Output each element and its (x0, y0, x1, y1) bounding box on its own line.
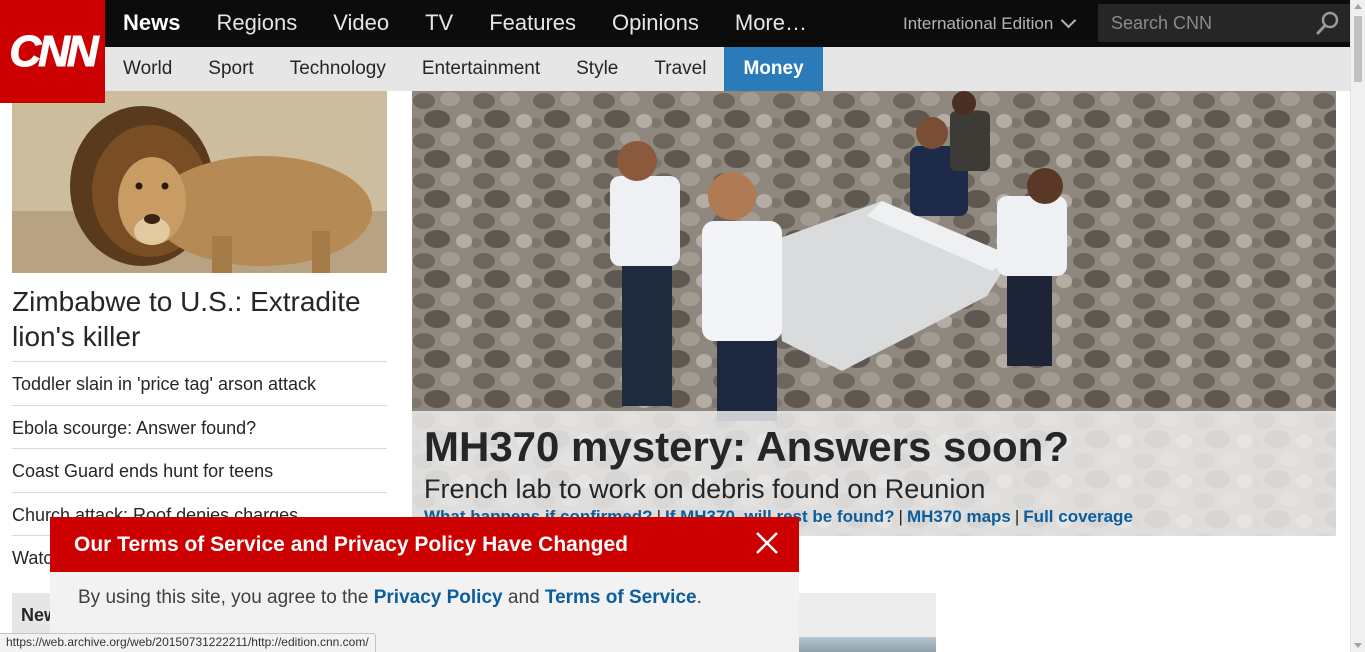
subnav-style[interactable]: Style (558, 47, 636, 91)
secondary-story-thumbnail[interactable] (798, 593, 936, 652)
close-icon[interactable] (755, 531, 779, 555)
search-box (1098, 4, 1350, 42)
sea-image (798, 637, 936, 652)
hero-story[interactable]: MH370 mystery: Answers soon? French lab … (412, 91, 1336, 536)
subnav-travel[interactable]: Travel (636, 47, 724, 91)
nav-more[interactable]: More… (717, 0, 825, 47)
lead-story-image[interactable] (12, 91, 387, 273)
subnav-world[interactable]: World (105, 47, 190, 91)
terms-of-service-link[interactable]: Terms of Service (545, 587, 697, 608)
scroll-down-icon[interactable] (1354, 643, 1362, 648)
subnav-entertainment[interactable]: Entertainment (404, 47, 558, 91)
related-link[interactable]: MH370 maps (907, 507, 1011, 526)
terms-text: By using this site, you agree to the (78, 587, 374, 608)
cnn-homepage: CNN News Regions Video TV Features Opini… (0, 0, 1365, 652)
search-input[interactable] (1098, 12, 1308, 34)
terms-banner-header: Our Terms of Service and Privacy Policy … (50, 517, 799, 572)
terms-text: and (502, 587, 545, 608)
top-navigation: News Regions Video TV Features Opinions … (105, 0, 1350, 47)
headline-item[interactable]: Ebola scourge: Answer found? (12, 404, 387, 449)
cnn-logo[interactable]: CNN (0, 0, 105, 103)
edition-label: International Edition (903, 13, 1054, 33)
nav-video[interactable]: Video (315, 0, 407, 47)
terms-banner: Our Terms of Service and Privacy Policy … (50, 517, 799, 652)
scrollbar-thumb[interactable] (1354, 16, 1362, 82)
related-link[interactable]: Full coverage (1023, 507, 1133, 526)
terms-banner-body: By using this site, you agree to the Pri… (50, 572, 799, 624)
scroll-up-icon[interactable] (1354, 4, 1362, 9)
lion-photo (12, 91, 387, 273)
lead-story-headline[interactable]: Zimbabwe to U.S.: Extradite lion's kille… (12, 284, 387, 354)
chevron-down-icon (1061, 12, 1077, 29)
page-scrollbar[interactable] (1350, 0, 1365, 652)
hero-subheadline[interactable]: French lab to work on debris found on Re… (424, 474, 985, 505)
browser-status-bar: https://web.archive.org/web/201507312222… (0, 633, 376, 652)
search-icon[interactable] (1316, 11, 1340, 35)
section-navigation: World Sport Technology Entertainment Sty… (105, 47, 1350, 91)
nav-features[interactable]: Features (471, 0, 594, 47)
edition-selector[interactable]: International Edition (903, 0, 1077, 47)
link-separator: | (898, 507, 903, 526)
cnn-logo-text: CNN (9, 26, 99, 76)
privacy-policy-link[interactable]: Privacy Policy (374, 587, 503, 608)
nav-regions[interactable]: Regions (198, 0, 315, 47)
terms-banner-title: Our Terms of Service and Privacy Policy … (74, 532, 628, 556)
link-separator: | (1014, 507, 1020, 526)
subnav-technology[interactable]: Technology (272, 47, 404, 91)
terms-text: . (696, 587, 702, 608)
nav-news[interactable]: News (105, 0, 198, 47)
headline-item[interactable]: Coast Guard ends hunt for teens (12, 448, 387, 492)
nav-tv[interactable]: TV (407, 0, 471, 47)
hero-headline[interactable]: MH370 mystery: Answers soon? (424, 423, 1069, 471)
subnav-money[interactable]: Money (724, 47, 823, 91)
nav-opinions[interactable]: Opinions (594, 0, 717, 47)
subnav-sport[interactable]: Sport (190, 47, 271, 91)
headline-item[interactable]: Toddler slain in 'price tag' arson attac… (12, 361, 387, 405)
